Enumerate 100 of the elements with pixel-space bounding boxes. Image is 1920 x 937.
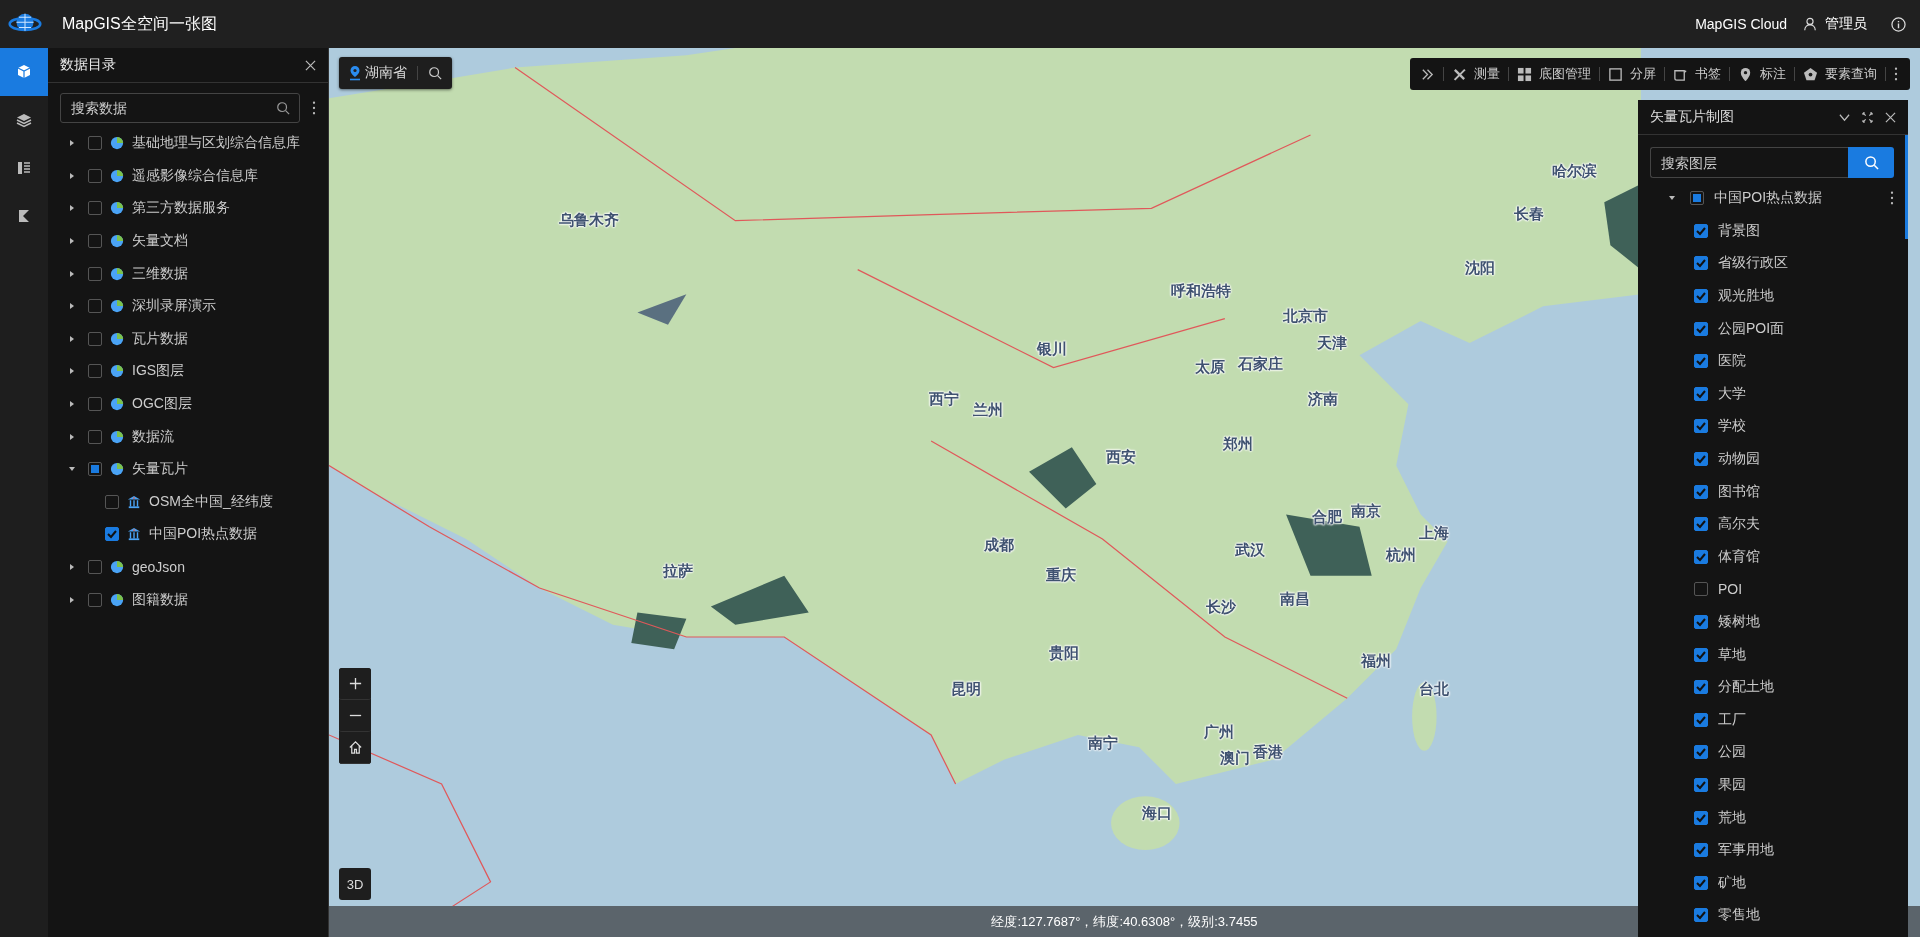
checkbox[interactable] [1694,289,1708,304]
checkbox[interactable] [1694,223,1708,238]
basemap-tool[interactable]: 底图管理 [1517,65,1591,83]
tree-item-label[interactable]: OSM全中国_经纬度 [149,492,273,511]
tree-item-label[interactable]: 深圳录屏演示 [132,297,216,316]
cloud-link[interactable]: MapGIS Cloud [1695,16,1787,32]
checkbox[interactable] [88,462,102,477]
checkbox[interactable] [1694,908,1708,923]
checkbox[interactable] [88,364,102,379]
checkbox[interactable] [88,201,102,216]
layer-label[interactable]: 果园 [1718,776,1746,794]
checkbox[interactable] [88,168,102,183]
caret-icon[interactable] [68,302,76,311]
checkbox[interactable] [1690,191,1704,206]
tree-item-label[interactable]: 数据流 [132,427,174,446]
more-icon[interactable] [1890,191,1894,206]
caret-icon[interactable] [68,595,76,604]
tree-item-label[interactable]: 遥感影像综合信息库 [132,166,258,185]
tree-item-label[interactable]: 瓦片数据 [132,329,188,348]
layer-label[interactable]: 工厂 [1718,710,1746,729]
tree-item-label[interactable]: 中国POI热点数据 [149,525,258,544]
layer-label[interactable]: 学校 [1718,417,1746,436]
info-icon[interactable] [1891,16,1906,32]
layer-label[interactable]: 矮树地 [1718,613,1760,631]
layer-label[interactable]: 草地 [1718,645,1746,664]
caret-icon[interactable] [68,432,76,441]
caret-icon[interactable] [68,269,76,278]
layer-search-field[interactable]: 搜索图层 [1650,147,1848,178]
checkbox[interactable] [1694,386,1708,401]
checkbox[interactable] [1694,419,1708,434]
layer-label[interactable]: 军事用地 [1718,841,1774,860]
search-button[interactable] [1848,147,1894,178]
checkbox[interactable] [1694,615,1708,629]
layer-label[interactable]: 图书馆 [1718,482,1760,501]
checkbox[interactable] [1694,712,1708,727]
tree-item-label[interactable]: IGS图层 [132,362,185,381]
tree-item-label[interactable]: 三维数据 [132,264,188,283]
checkbox[interactable] [1694,517,1708,532]
caret-icon[interactable] [68,139,76,148]
more-icon[interactable] [312,101,316,115]
data-catalog-tab[interactable] [0,48,48,96]
user-name[interactable]: 管理员 [1825,15,1867,33]
search-field[interactable]: 搜索数据 [60,93,300,123]
checkbox[interactable] [1694,745,1708,760]
split-screen-tool[interactable]: 分屏 [1608,65,1656,83]
checkbox[interactable] [1694,778,1708,792]
more-icon[interactable] [1894,67,1898,81]
collapse-chevron-icon[interactable] [1839,111,1850,123]
layer-label[interactable]: 医院 [1718,352,1746,371]
layer-label[interactable]: 省级行政区 [1718,254,1788,273]
layer-label[interactable]: 体育馆 [1718,547,1760,566]
layer-label[interactable]: POI [1718,581,1743,598]
checkbox[interactable] [88,299,102,314]
search-icon[interactable] [276,101,290,115]
checkbox[interactable] [1694,875,1708,890]
checkbox[interactable] [88,136,102,151]
checkbox[interactable] [1694,647,1708,662]
location-box[interactable]: 湖南省 [339,57,452,89]
caret-icon[interactable] [68,171,76,180]
tree-item-label[interactable]: 基础地理与区划综合信息库 [132,134,300,153]
checkbox[interactable] [1694,354,1708,369]
layer-label[interactable]: 大学 [1718,384,1746,403]
checkbox[interactable] [88,592,102,607]
layer-label[interactable]: 观光胜地 [1718,287,1774,306]
caret-icon[interactable] [68,367,76,376]
close-icon[interactable] [305,59,316,71]
zoom-in-button[interactable] [339,668,371,700]
close-icon[interactable] [1885,111,1896,123]
layer-label[interactable]: 动物园 [1718,450,1760,469]
tree-item-label[interactable]: 第三方数据服务 [132,199,230,218]
layer-label[interactable]: 高尔夫 [1718,515,1760,534]
checkbox[interactable] [1694,321,1708,336]
checkbox[interactable] [88,331,102,346]
bookmark-tool[interactable]: 书签 [1673,65,1721,83]
checkbox[interactable] [1694,810,1708,825]
checkbox[interactable] [88,397,102,412]
checkbox[interactable] [105,527,119,542]
layer-group-label[interactable]: 中国POI热点数据 [1714,189,1823,208]
layer-label[interactable]: 公园POI面 [1718,319,1785,338]
checkbox[interactable] [1694,582,1708,597]
checkbox[interactable] [88,429,102,444]
caret-icon[interactable] [68,334,76,343]
checkbox[interactable] [1694,256,1708,271]
checkbox[interactable] [88,266,102,281]
checkbox[interactable] [88,560,102,574]
tree-item-label[interactable]: OGC图层 [132,395,192,414]
checkbox[interactable] [88,234,102,249]
layer-label[interactable]: 荒地 [1718,808,1746,827]
checkbox[interactable] [1694,843,1708,858]
caret-icon[interactable] [68,204,76,213]
caret-icon[interactable] [68,237,76,246]
layer-label[interactable]: 矿地 [1718,873,1746,892]
layer-label[interactable]: 零售地 [1718,906,1760,925]
checkbox[interactable] [1694,484,1708,499]
layer-label[interactable]: 分配土地 [1718,678,1774,697]
scrollbar-thumb[interactable] [1905,135,1908,239]
layer-label[interactable]: 背景图 [1718,221,1760,240]
tree-item-label[interactable]: 矢量瓦片 [132,460,188,479]
checkbox[interactable] [1694,452,1708,467]
checkbox[interactable] [1694,549,1708,564]
